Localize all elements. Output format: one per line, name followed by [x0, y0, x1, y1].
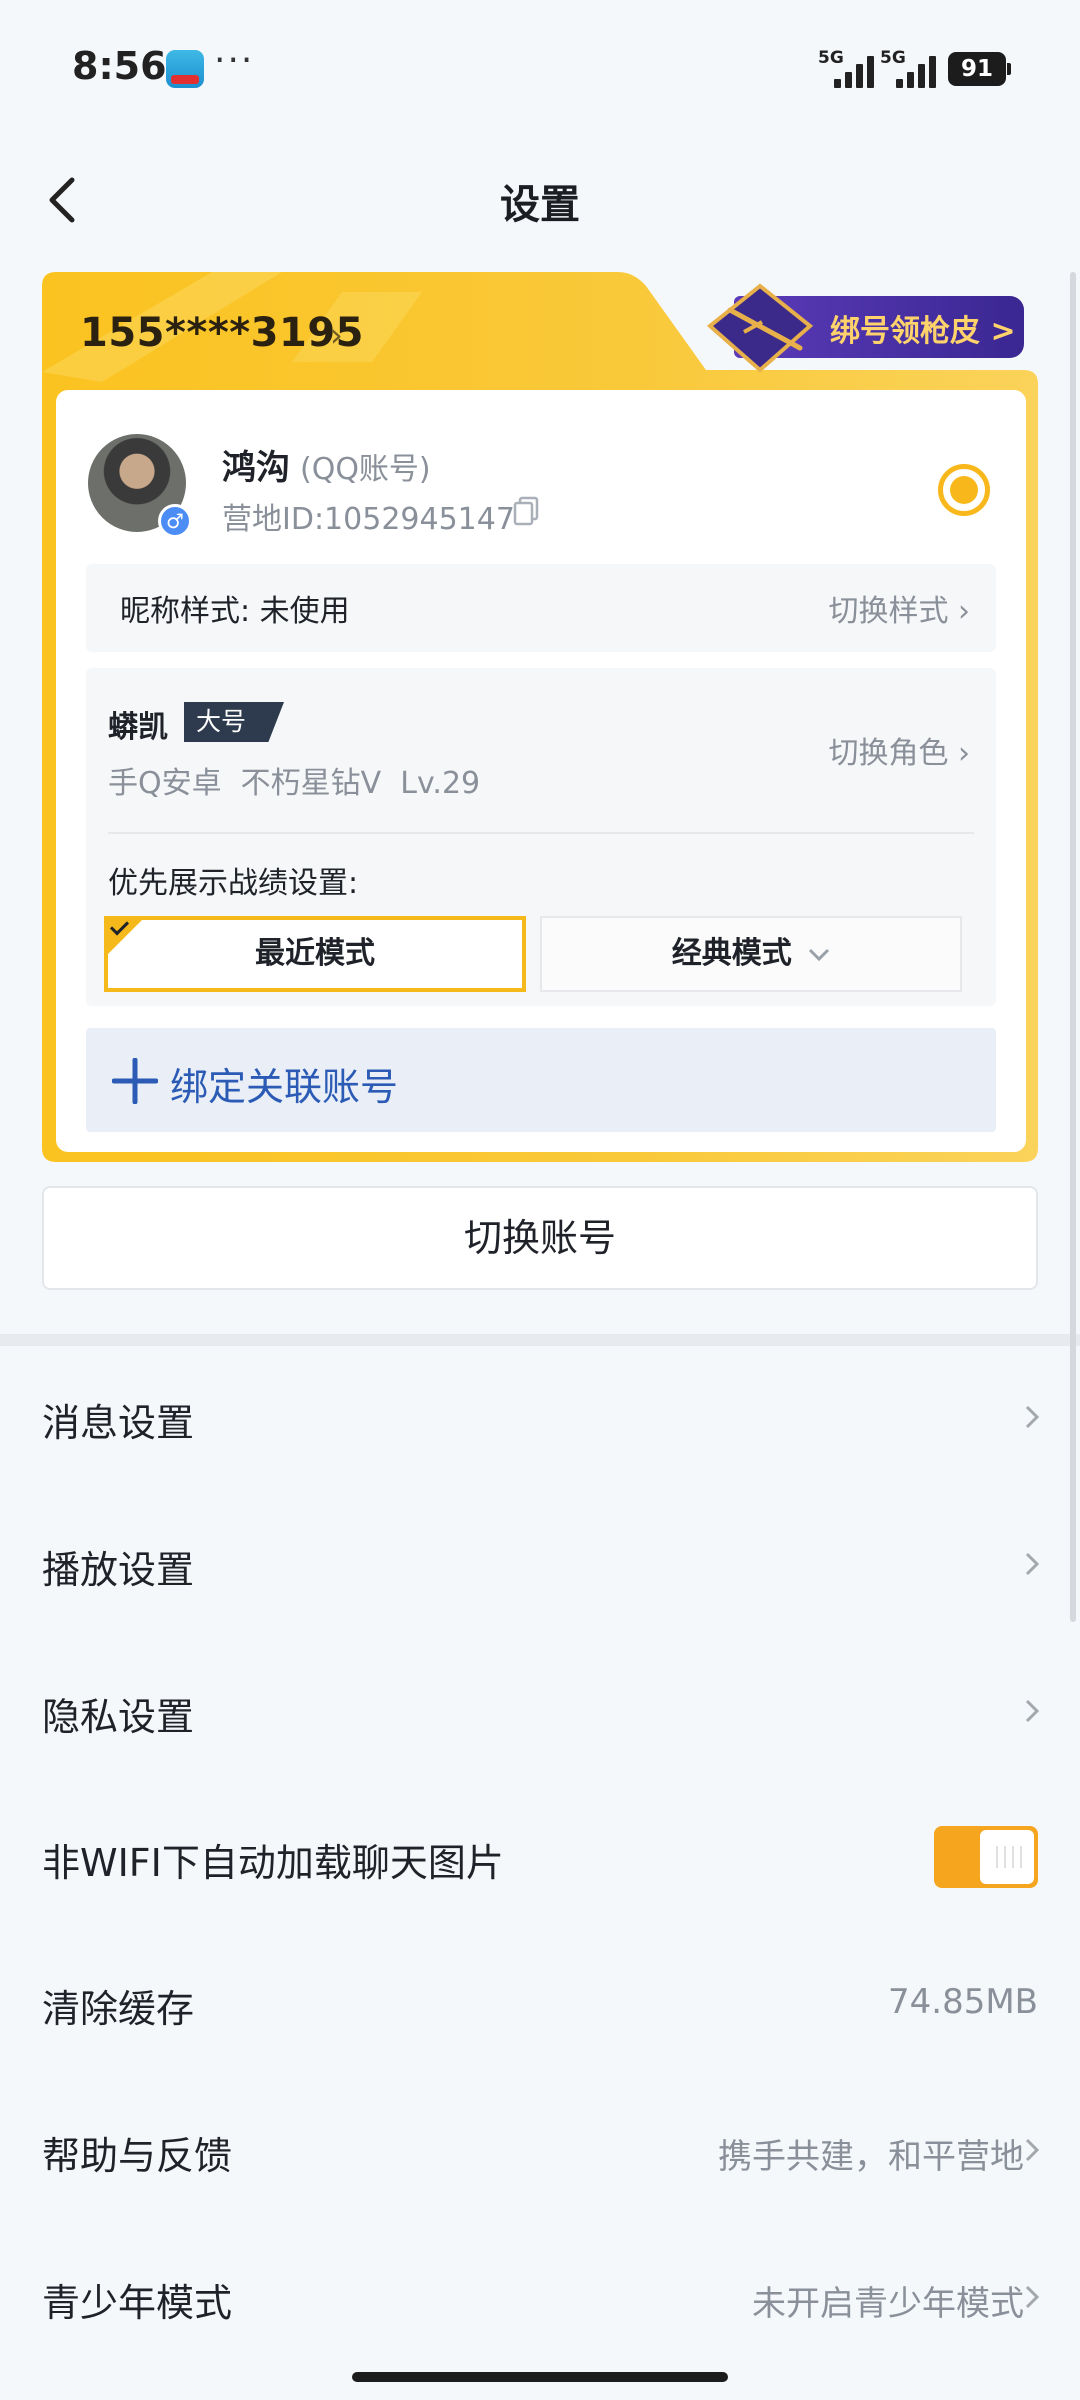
setting-label: 青少年模式: [42, 2281, 233, 2325]
nickname: 鸿沟: [222, 448, 290, 488]
classic-mode-label: 经典模式: [671, 936, 792, 971]
signal-bars-icon: [896, 54, 940, 88]
switch-role-button[interactable]: 切换角色 ›: [828, 728, 970, 772]
gun-skin-icon: [706, 283, 814, 373]
setting-row-clear-cache[interactable]: 清除缓存 74.85MB: [0, 1932, 1080, 2078]
setting-row-playback[interactable]: 播放设置: [0, 1493, 1080, 1639]
role-meta: 手Q安卓 不朽星钻Ⅴ Lv.29: [108, 766, 481, 801]
setting-value: 未开启青少年模式: [752, 2284, 1024, 2324]
switch-style-label: 切换样式: [828, 594, 949, 629]
chevron-right-icon: ›: [330, 316, 343, 354]
status-bar: 8:56 ··· 5G 5G 91: [0, 0, 1080, 140]
clock: 8:56: [72, 44, 167, 88]
chevron-right-icon: [1025, 1699, 1040, 1723]
bind-reward-badge[interactable]: 绑号领枪皮 >: [706, 283, 1024, 373]
chevron-right-icon: [1025, 2285, 1040, 2309]
setting-label: 播放设置: [42, 1548, 195, 1592]
role-name: 蟒凯: [108, 710, 168, 745]
setting-value: 携手共建，和平营地: [718, 2137, 1024, 2177]
selected-check-icon: [104, 916, 146, 958]
cache-size: 74.85MB: [888, 1982, 1038, 2022]
nickname-style-label: 昵称样式: 未使用: [120, 594, 350, 629]
auto-load-images-toggle[interactable]: [934, 1826, 1038, 1888]
camp-id: 营地ID:1052945147: [222, 502, 515, 537]
account-selected-radio[interactable]: [938, 464, 990, 516]
switch-role-label: 切换角色: [828, 736, 949, 771]
home-indicator[interactable]: [352, 2372, 728, 2382]
recent-mode-button[interactable]: 最近模式: [104, 916, 526, 992]
battery-indicator: 91: [948, 52, 1011, 86]
setting-row-messages[interactable]: 消息设置: [0, 1346, 1080, 1492]
chevron-down-icon: [809, 948, 830, 961]
more-notifications-icon: ···: [214, 40, 255, 81]
bind-linked-account-button[interactable]: 绑定关联账号: [86, 1028, 996, 1132]
bind-reward-label: 绑号领枪皮 >: [830, 314, 1016, 349]
phone-number[interactable]: 155****3195: [80, 310, 364, 356]
game-role-panel: 蟒凯 大号 手Q安卓 不朽星钻Ⅴ Lv.29 切换角色 › 优先展示战绩设置: …: [86, 668, 996, 1006]
app-notification-icon: [166, 50, 204, 88]
bind-linked-account-label: 绑定关联账号: [170, 1065, 399, 1109]
signal-bars-icon: [834, 54, 878, 88]
chevron-right-icon: ›: [958, 594, 970, 629]
copy-icon[interactable]: [512, 496, 540, 526]
page-title: 设置: [500, 182, 580, 228]
setting-row-help-feedback[interactable]: 帮助与反馈 携手共建，和平营地: [0, 2079, 1080, 2225]
toggle-knob: [980, 1830, 1034, 1884]
switch-account-button[interactable]: 切换账号: [42, 1186, 1038, 1290]
classic-mode-dropdown[interactable]: 经典模式: [540, 916, 962, 992]
setting-row-teen-mode[interactable]: 青少年模式 未开启青少年模式: [0, 2226, 1080, 2372]
setting-label: 帮助与反馈: [42, 2134, 233, 2178]
section-divider: [0, 1334, 1080, 1346]
setting-label: 非WIFI下自动加载聊天图片: [42, 1841, 504, 1885]
setting-row-auto-load-images: 非WIFI下自动加载聊天图片: [0, 1786, 1080, 1932]
setting-label: 清除缓存: [42, 1987, 195, 2031]
chevron-right-icon: [1025, 2138, 1040, 2162]
divider: [108, 832, 974, 834]
chevron-right-icon: [1025, 1552, 1040, 1576]
account-type: (QQ账号): [300, 452, 431, 487]
setting-label: 消息设置: [42, 1401, 195, 1445]
gender-male-icon: ♂: [158, 504, 192, 538]
setting-label: 隐私设置: [42, 1695, 195, 1739]
chevron-right-icon: ›: [958, 736, 970, 771]
record-setting-label: 优先展示战绩设置:: [108, 866, 359, 901]
plus-icon: [112, 1058, 158, 1104]
chevron-right-icon: [1025, 1405, 1040, 1429]
nickname-style-row[interactable]: 昵称样式: 未使用 切换样式 ›: [86, 564, 996, 652]
switch-style-button[interactable]: 切换样式 ›: [828, 586, 970, 630]
setting-row-privacy[interactable]: 隐私设置: [0, 1640, 1080, 1786]
recent-mode-label: 最近模式: [255, 936, 375, 971]
